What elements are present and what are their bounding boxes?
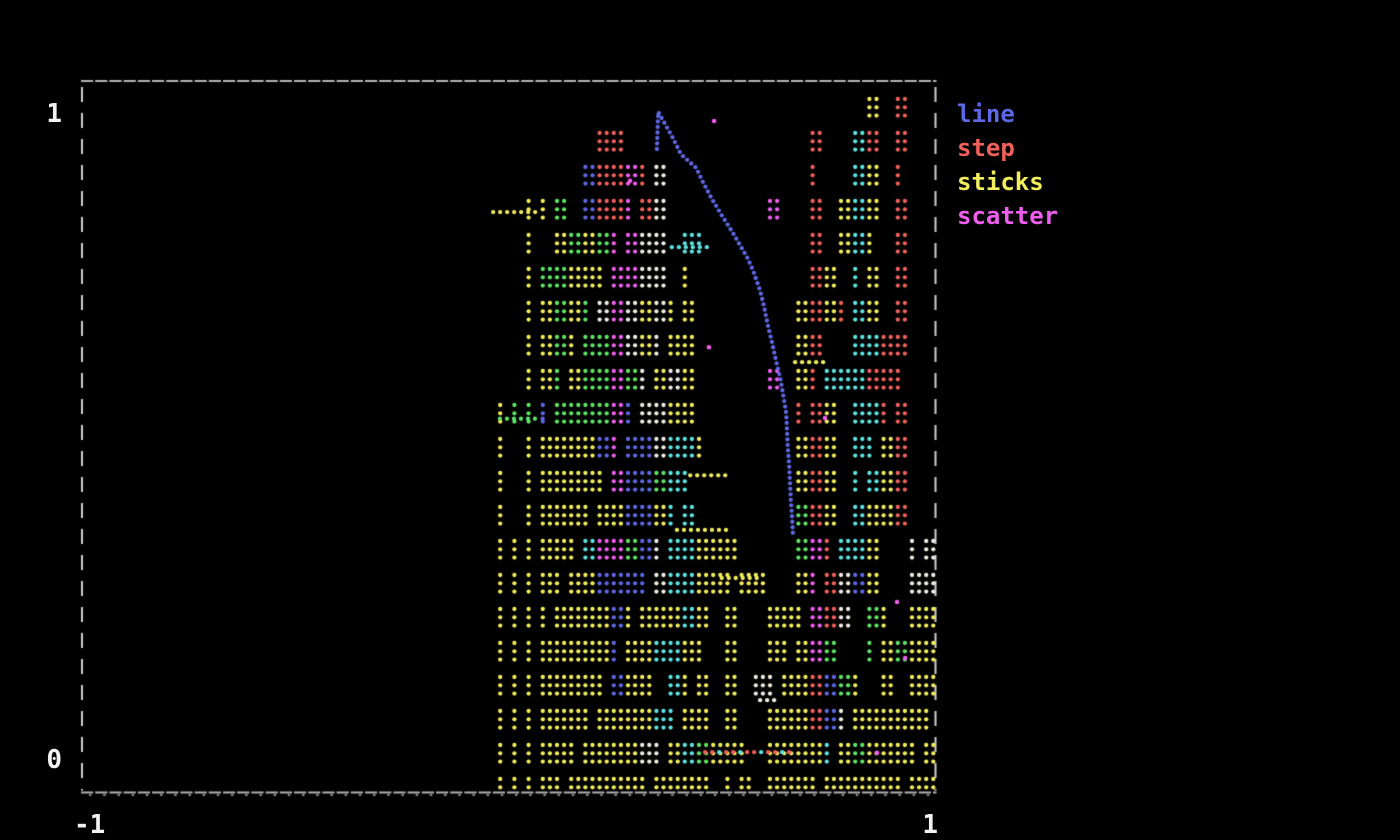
y-axis-tick-top: 1 [28,97,62,131]
y-axis-tick-bottom: 0 [28,743,62,777]
legend-item-scatter: scatter [957,199,1058,233]
plot-canvas [0,0,1400,840]
terminal-plot: 1 0 -1 1 linestepsticksscatter [0,0,1400,840]
x-axis-tick-left: -1 [74,808,134,840]
legend-item-step: step [957,131,1058,165]
legend: linestepsticksscatter [957,97,1058,233]
legend-item-sticks: sticks [957,165,1058,199]
legend-item-line: line [957,97,1058,131]
x-axis-tick-right: 1 [896,808,938,840]
